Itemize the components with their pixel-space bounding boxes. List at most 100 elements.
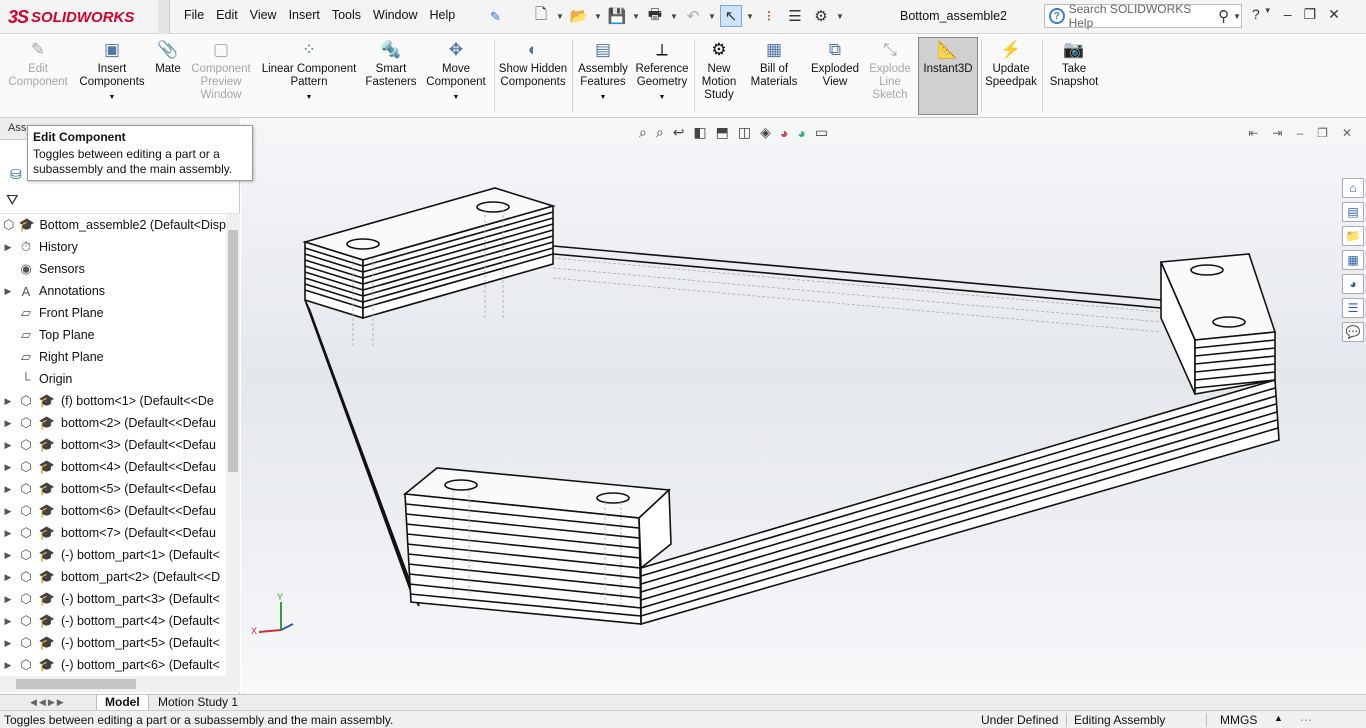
menu-edit[interactable]: Edit xyxy=(210,8,244,22)
help-icon[interactable]: ? xyxy=(1252,6,1260,23)
expand-arrow-icon[interactable]: ▶ xyxy=(0,572,16,583)
tree-item-component[interactable]: ▶ ⬡ 🎓 bottom_part<2> (Default<<D xyxy=(0,566,226,588)
expand-arrow-icon[interactable]: ▶ xyxy=(0,638,16,649)
chevron-down-icon[interactable]: ▼ xyxy=(556,12,564,21)
tree-item-annotations[interactable]: ▶ A Annotations xyxy=(0,280,226,302)
tree-item-component[interactable]: ▶ ⬡ 🎓 bottom<2> (Default<<Defau xyxy=(0,412,226,434)
print-icon[interactable]: 🖶 xyxy=(644,5,666,27)
appearances-icon[interactable]: ◕ xyxy=(1342,274,1364,294)
expand-arrow-icon[interactable]: ▶ xyxy=(0,528,16,539)
tab-assembly[interactable]: Ass xyxy=(8,122,26,134)
tree-item-sensors[interactable]: ◉ Sensors xyxy=(0,258,226,280)
file-explorer-icon[interactable]: 📁 xyxy=(1342,226,1364,246)
restore-icon[interactable]: ❐ xyxy=(1304,6,1317,23)
menu-help[interactable]: Help xyxy=(424,8,462,22)
tree-item-component[interactable]: ▶ ⬡ 🎓 bottom<7> (Default<<Defau xyxy=(0,522,226,544)
chevron-up-icon[interactable]: ▲ xyxy=(1274,713,1283,723)
chevron-down-icon[interactable]: ▼ xyxy=(708,12,716,21)
tree-root[interactable]: ⬡ 🎓 Bottom_assemble2 (Default<Disp xyxy=(0,214,226,236)
chevron-down-icon[interactable]: ▼ xyxy=(1264,6,1272,23)
tree-item-top-plane[interactable]: ▱ Top Plane xyxy=(0,324,226,346)
chevron-down-icon[interactable]: ▼ xyxy=(1233,12,1241,21)
tree-item-history[interactable]: ▶ ⏱ History xyxy=(0,236,226,258)
expand-arrow-icon[interactable]: ▶ xyxy=(0,506,16,517)
tree-item-origin[interactable]: └ Origin xyxy=(0,368,226,390)
expand-arrow-icon[interactable]: ▶ xyxy=(0,616,16,627)
feature-manager-tab-icon[interactable]: ⛁ xyxy=(10,166,22,183)
new-motion-study-button[interactable]: ⚙ New Motion Study xyxy=(698,38,740,102)
update-speedpak-button[interactable]: ⚡ Update Speedpak xyxy=(984,38,1038,89)
open-folder-icon[interactable]: 📂 xyxy=(568,5,590,27)
tree-item-component[interactable]: ▶ ⬡ 🎓 bottom<3> (Default<<Defau xyxy=(0,434,226,456)
chevron-down-icon[interactable]: ▼ xyxy=(659,91,666,104)
chevron-down-icon[interactable]: ▼ xyxy=(306,91,313,104)
tree-item-component[interactable]: ▶ ⬡ 🎓 (-) bottom_part<3> (Default< xyxy=(0,588,226,610)
menu-file[interactable]: File xyxy=(178,8,210,22)
tree-item-component[interactable]: ▶ ⬡ 🎓 bottom<5> (Default<<Defau xyxy=(0,478,226,500)
filter-funnel-icon[interactable]: ⛛ xyxy=(6,192,19,209)
close-icon[interactable]: ✕ xyxy=(1328,6,1340,23)
tree-item-component[interactable]: ▶ ⬡ 🎓 (-) bottom_part<5> (Default< xyxy=(0,632,226,654)
expand-arrow-icon[interactable]: ▶ xyxy=(0,242,16,253)
tree-vertical-scrollbar[interactable] xyxy=(226,214,240,676)
tree-item-component[interactable]: ▶ ⬡ 🎓 (-) bottom_part<4> (Default< xyxy=(0,610,226,632)
tree-item-component[interactable]: ▶ ⬡ 🎓 bottom<4> (Default<<Defau xyxy=(0,456,226,478)
linear-component-pattern-button[interactable]: ⁘ Linear Component Pattern ▼ xyxy=(258,38,360,104)
instant3d-button[interactable]: 📐 Instant3D xyxy=(918,37,978,115)
design-library-icon[interactable]: ▤ xyxy=(1342,202,1364,222)
chevron-down-icon[interactable]: ▼ xyxy=(632,12,640,21)
tab-navigation-arrows[interactable]: ◀◀▶▶ xyxy=(30,697,66,708)
file-properties-icon[interactable]: ☰ xyxy=(784,5,806,27)
tree-item-component[interactable]: ▶ ⬡ 🎓 (-) bottom_part<6> (Default< xyxy=(0,654,226,676)
tree-item-component[interactable]: ▶ ⬡ 🎓 (-) bottom_part<1> (Default< xyxy=(0,544,226,566)
expand-arrow-icon[interactable]: ▶ xyxy=(0,396,16,407)
logo-expander[interactable] xyxy=(158,0,170,34)
smart-fasteners-button[interactable]: 🔩 Smart Fasteners xyxy=(364,38,418,89)
chevron-down-icon[interactable]: ▼ xyxy=(109,91,116,104)
explode-line-sketch-button[interactable]: ⤡ Explode Line Sketch xyxy=(866,38,914,102)
bill-of-materials-button[interactable]: ▦ Bill of Materials xyxy=(746,38,802,89)
chevron-down-icon[interactable]: ▼ xyxy=(600,91,607,104)
tree-item-right-plane[interactable]: ▱ Right Plane xyxy=(0,346,226,368)
help-search-box[interactable]: ? Search SOLIDWORKS Help ⚲ ▼ xyxy=(1044,2,1242,30)
assembly-features-button[interactable]: ▤ Assembly Features ▼ xyxy=(576,38,630,104)
expand-arrow-icon[interactable]: ▶ xyxy=(0,440,16,451)
tree-item-front-plane[interactable]: ▱ Front Plane xyxy=(0,302,226,324)
home-icon[interactable]: ⌂ xyxy=(1342,178,1364,198)
expand-arrow-icon[interactable]: ▶ xyxy=(0,286,16,297)
show-hidden-components-button[interactable]: ◐ Show Hidden Components xyxy=(498,38,568,89)
menu-tools[interactable]: Tools xyxy=(326,8,367,22)
graphics-area[interactable]: ⌕ ⌕ ↩ ◧ ⬒ ◫ ◈ ◕ ◕ ▭ ⇤ ⇥ – ❐ ✕ Y X xyxy=(241,118,1366,694)
status-more-icon[interactable]: ⋯ xyxy=(1300,713,1312,727)
view-palette-icon[interactable]: ▦ xyxy=(1342,250,1364,270)
search-icon[interactable]: ⚲ xyxy=(1218,7,1229,25)
chevron-down-icon[interactable]: ▼ xyxy=(594,12,602,21)
select-cursor-icon[interactable]: ↖ xyxy=(720,5,742,27)
take-snapshot-button[interactable]: 📷 Take Snapshot xyxy=(1046,38,1102,89)
custom-properties-icon[interactable]: ☰ xyxy=(1342,298,1364,318)
expand-arrow-icon[interactable]: ▶ xyxy=(0,418,16,429)
tab-motion-study[interactable]: Motion Study 1 xyxy=(150,695,246,711)
reference-geometry-button[interactable]: ⟂ Reference Geometry ▼ xyxy=(633,38,691,104)
insert-components-button[interactable]: ▣ Insert Components ▼ xyxy=(76,38,148,104)
exploded-view-button[interactable]: ⧉ Exploded View xyxy=(806,38,864,89)
expand-arrow-icon[interactable]: ▶ xyxy=(0,594,16,605)
tree-item-component[interactable]: ▶ ⬡ 🎓 bottom<6> (Default<<Defau xyxy=(0,500,226,522)
save-icon[interactable]: 💾 xyxy=(606,5,628,27)
menu-view[interactable]: View xyxy=(244,8,283,22)
edit-component-button[interactable]: ✎ Edit Component xyxy=(6,38,70,89)
rebuild-traffic-light-icon[interactable]: ⁝ xyxy=(758,5,780,27)
undo-icon[interactable]: ↶ xyxy=(682,5,704,27)
move-component-button[interactable]: ✥ Move Component ▼ xyxy=(422,38,490,104)
expand-arrow-icon[interactable]: ▶ xyxy=(0,462,16,473)
tab-model[interactable]: Model xyxy=(96,695,149,711)
expand-arrow-icon[interactable]: ▶ xyxy=(0,660,16,671)
chevron-down-icon[interactable]: ▼ xyxy=(836,12,844,21)
options-gear-icon[interactable]: ⚙ xyxy=(810,5,832,27)
minimize-icon[interactable]: – xyxy=(1284,6,1292,23)
expand-arrow-icon[interactable]: ▶ xyxy=(0,484,16,495)
chevron-down-icon[interactable]: ▼ xyxy=(453,91,460,104)
component-preview-window-button[interactable]: ▢ Component Preview Window xyxy=(188,38,254,102)
chevron-down-icon[interactable]: ▼ xyxy=(746,12,754,21)
new-document-icon[interactable]: 🗋 xyxy=(530,5,552,27)
